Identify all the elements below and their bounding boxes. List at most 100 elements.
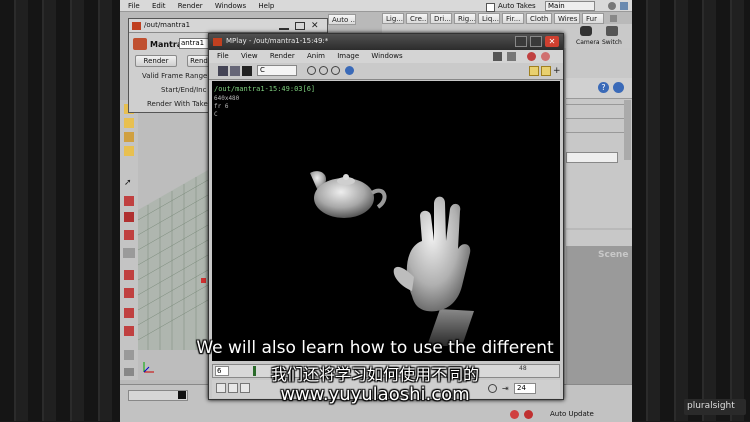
handle-tool-icon[interactable] — [123, 248, 135, 258]
autotakes-checkbox[interactable] — [486, 3, 495, 12]
pointer-icon[interactable]: ➚ — [124, 178, 134, 188]
zoom-out-icon[interactable] — [319, 66, 328, 75]
tool-icon-2[interactable] — [124, 118, 134, 128]
render-status-icon[interactable] — [541, 52, 550, 61]
zoom-in-icon[interactable] — [307, 66, 316, 75]
menu-file[interactable]: File — [128, 2, 140, 10]
light-tool-icon-4[interactable] — [124, 326, 134, 336]
update-mode-icon[interactable] — [524, 410, 533, 419]
error-icon[interactable] — [510, 410, 519, 419]
mplay-close-button[interactable]: ✕ — [545, 36, 559, 47]
rotate-tool-icon[interactable] — [124, 212, 134, 222]
scale-tool-icon[interactable] — [124, 230, 134, 240]
subtitle-english: We will also learn how to use the differ… — [196, 338, 554, 358]
minimize-button[interactable] — [279, 22, 289, 30]
light-tool-icon-2[interactable] — [124, 288, 134, 298]
stop-render-icon[interactable] — [527, 52, 536, 61]
shelf-scroll-icon[interactable] — [610, 15, 617, 22]
mplay-menu-image[interactable]: Image — [337, 52, 359, 60]
close-button[interactable]: ✕ — [311, 21, 322, 31]
add-icon[interactable]: + — [553, 66, 562, 76]
hand-model — [393, 196, 474, 346]
render-viewport[interactable]: /out/mantra1-15:49:03[6] 640x480 fr 6 C — [212, 81, 560, 361]
shelf-tab-rigid[interactable]: Rig... — [454, 13, 476, 24]
pluralsight-logo: pluralsight — [684, 399, 746, 415]
move-tool-icon[interactable] — [124, 196, 134, 206]
auto-tab[interactable]: Auto ... — [328, 14, 356, 25]
mplay-maximize-button[interactable] — [530, 36, 542, 47]
network-toolbar — [566, 230, 632, 247]
node-type-label: Mantra — [150, 40, 183, 49]
shelf-tab-drive[interactable]: Dri... — [430, 13, 452, 24]
layout-icon[interactable] — [620, 2, 628, 10]
mantra-title: /out/mantra1 — [144, 21, 191, 29]
mplay-menu-render[interactable]: Render — [270, 52, 295, 60]
node-name-value: antra1 — [181, 39, 205, 47]
tool-icon-4[interactable] — [124, 146, 134, 156]
mantra-node-icon — [133, 38, 147, 50]
mplay-header-icons — [493, 52, 561, 62]
shelf-tab-cloth[interactable]: Cloth — [526, 13, 552, 24]
mplay-menu-anim[interactable]: Anim — [307, 52, 325, 60]
shelf-tab-fur[interactable]: Fur — [582, 13, 604, 24]
light-tool-icon-3[interactable] — [124, 308, 134, 318]
tool-icon-3[interactable] — [124, 132, 134, 142]
logo-text: pluralsight — [687, 401, 735, 411]
help-icon[interactable]: ? — [598, 82, 609, 93]
watermark-url: www.yuyulaoshi.com — [280, 384, 470, 405]
guide-icon[interactable] — [541, 66, 551, 76]
take-select[interactable]: Main — [545, 1, 595, 11]
param-dropdown[interactable] — [566, 152, 618, 163]
houdini-logo-icon — [132, 22, 141, 30]
switch-label: Switch — [602, 39, 622, 46]
param-field-2[interactable] — [566, 118, 624, 119]
subtitle-chinese: 我们还将学习如何使用不同的 — [270, 365, 479, 384]
menu-help[interactable]: Help — [258, 2, 274, 10]
param-start-end-inc: Start/End/Inc — [161, 86, 207, 94]
mplay-title: MPlay - /out/mantra1-15:49:* — [226, 37, 329, 45]
param-field-1[interactable] — [566, 104, 624, 105]
gear-icon[interactable] — [608, 2, 616, 10]
shelf-tab-fire[interactable]: Fir... — [502, 13, 524, 24]
menu-edit[interactable]: Edit — [152, 2, 166, 10]
snapshot-icon[interactable] — [493, 52, 502, 61]
shelf-tab-create[interactable]: Cre... — [406, 13, 428, 24]
menu-render[interactable]: Render — [178, 2, 203, 10]
mplay-toolbar: C + — [209, 63, 563, 80]
camera-label: Camera — [576, 39, 600, 46]
shelf-tab-wires[interactable]: Wires — [554, 13, 580, 24]
node-name-field[interactable]: antra1 — [179, 38, 211, 49]
shelf-tab-lights[interactable]: Lig... — [382, 13, 404, 24]
maximize-button[interactable] — [295, 22, 305, 30]
mplay-app-icon — [213, 38, 222, 46]
camera-icon[interactable] — [580, 26, 592, 36]
switch-icon[interactable] — [606, 26, 618, 36]
param-scrollbar[interactable] — [624, 100, 631, 160]
take-select-value: Main — [548, 2, 565, 10]
param-render-with-take: Render With Take — [147, 100, 208, 108]
shelf-tab-liquid[interactable]: Liq... — [478, 13, 500, 24]
grid-overlay-icon[interactable] — [529, 66, 539, 76]
menu-windows[interactable]: Windows — [215, 2, 246, 10]
view-mode-icon[interactable] — [218, 66, 228, 76]
channel-icon[interactable] — [230, 66, 240, 76]
mplay-menu-windows[interactable]: Windows — [371, 52, 402, 60]
render-button[interactable]: Render — [135, 55, 177, 67]
channel-value: C — [260, 66, 265, 74]
shelf-tabbar: Lig... Cre... Dri... Rig... Liq... Fir..… — [382, 13, 632, 24]
param-field-3[interactable] — [566, 132, 624, 133]
auto-update-label[interactable]: Auto Update — [550, 410, 594, 418]
channel-select[interactable]: C — [257, 65, 297, 76]
mplay-menu-view[interactable]: View — [241, 52, 258, 60]
zoom-fit-icon[interactable] — [331, 66, 340, 75]
teapot-model — [310, 171, 387, 218]
info-icon[interactable] — [613, 82, 624, 93]
info-toolbar-icon[interactable] — [345, 66, 354, 75]
rendered-image — [310, 171, 474, 346]
mplay-menu-file[interactable]: File — [217, 52, 229, 60]
light-tool-icon[interactable] — [124, 270, 134, 280]
mplay-minimize-button[interactable] — [515, 36, 527, 47]
scene-label: Scene — [598, 250, 629, 260]
layout-toggle-icon[interactable] — [507, 52, 516, 61]
monitor-icon[interactable] — [242, 66, 252, 76]
